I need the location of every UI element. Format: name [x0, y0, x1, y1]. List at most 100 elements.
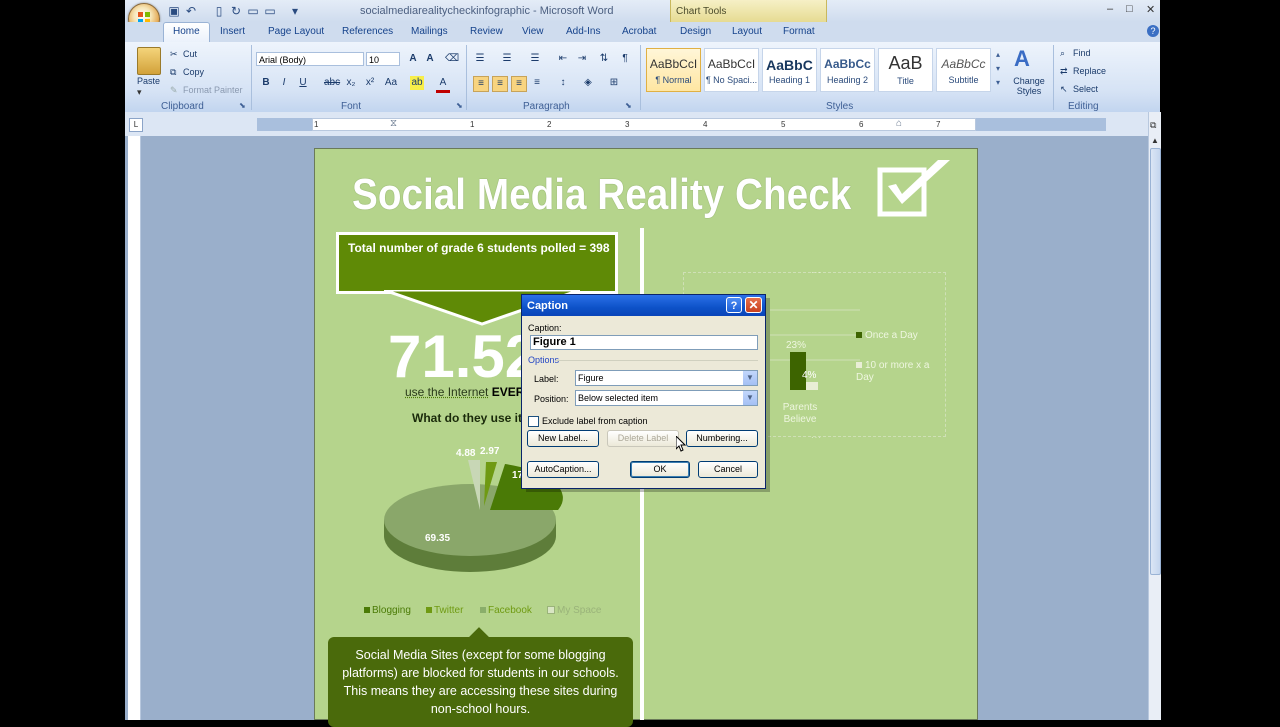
exclude-label-text: Exclude label from caption — [542, 416, 648, 426]
minimize-icon[interactable]: – — [1107, 3, 1113, 15]
shrink-font-icon[interactable]: A — [423, 52, 437, 66]
chart-axis-label: Parents Believe — [782, 402, 818, 425]
underline-icon[interactable]: U — [296, 76, 310, 90]
open-folder-icon[interactable]: ▭ — [246, 4, 260, 18]
paste-button[interactable]: Paste — [137, 76, 160, 86]
style-normal[interactable]: AaBbCcI ¶ Normal — [646, 48, 701, 92]
sort-icon[interactable]: ⇅ — [597, 52, 611, 66]
tab-view[interactable]: View — [522, 26, 544, 37]
resize-handle-icon[interactable]: ··· — [811, 433, 822, 442]
dialog-help-icon[interactable]: ? — [726, 297, 742, 313]
tab-page-layout[interactable]: Page Layout — [268, 26, 324, 37]
dialog-launcher-icon[interactable]: ⬊ — [239, 101, 246, 110]
change-case-icon[interactable]: Aa — [384, 76, 398, 90]
align-center-icon[interactable]: ≡ — [492, 76, 508, 92]
font-size-select[interactable]: 10 — [366, 52, 400, 66]
tab-review[interactable]: Review — [470, 26, 503, 37]
borders-icon[interactable]: ⊞ — [607, 76, 621, 90]
style-heading-2[interactable]: AaBbCc Heading 2 — [820, 48, 875, 92]
tab-mailings[interactable]: Mailings — [411, 26, 448, 37]
styles-group-label: Styles — [826, 101, 854, 112]
undo-icon[interactable]: ↶ — [184, 4, 198, 18]
justify-icon[interactable]: ≡ — [530, 76, 544, 90]
style-subtitle[interactable]: AaBbCc Subtitle — [936, 48, 991, 92]
right-indent-marker-icon[interactable]: ⌂ — [896, 118, 902, 129]
superscript-icon[interactable]: x² — [363, 76, 377, 90]
tab-design[interactable]: Design — [680, 26, 711, 37]
close-window-icon[interactable]: ✕ — [1146, 3, 1155, 16]
tab-layout[interactable]: Layout — [732, 26, 762, 37]
tab-insert[interactable]: Insert — [220, 26, 245, 37]
numbering-button[interactable]: Numbering... — [686, 430, 758, 447]
line-spacing-icon[interactable]: ↕ — [556, 76, 570, 90]
ruler-toggle-icon[interactable]: ⧉ — [1150, 120, 1156, 131]
shading-icon[interactable]: ◈ — [581, 76, 595, 90]
italic-icon[interactable]: I — [277, 76, 291, 90]
tab-format[interactable]: Format — [783, 26, 815, 37]
change-styles-button[interactable]: Change Styles — [1012, 76, 1046, 96]
format-painter-button[interactable]: Format Painter — [183, 85, 243, 95]
restore-icon[interactable]: □ — [1126, 3, 1133, 15]
position-select[interactable]: Below selected item ▼ — [575, 390, 758, 406]
caption-input[interactable]: Figure 1 — [530, 335, 758, 350]
label-select[interactable]: Figure ▼ — [575, 370, 758, 386]
select-button[interactable]: Select — [1073, 84, 1098, 94]
clear-format-icon[interactable]: ⌫ — [445, 52, 459, 66]
find-button[interactable]: Find — [1073, 48, 1091, 58]
format-painter-icon: ✎ — [170, 85, 178, 95]
ok-button[interactable]: OK — [630, 461, 690, 478]
autocaption-button[interactable]: AutoCaption... — [527, 461, 599, 478]
exclude-label-checkbox[interactable] — [528, 416, 539, 427]
cancel-button[interactable]: Cancel — [698, 461, 758, 478]
increase-indent-icon[interactable]: ⇥ — [575, 52, 589, 66]
font-color-icon[interactable]: A — [436, 76, 450, 93]
cut-button[interactable]: Cut — [183, 49, 197, 59]
dialog-launcher-icon[interactable]: ⬊ — [456, 101, 463, 110]
horizontal-ruler[interactable] — [312, 118, 976, 131]
bold-icon[interactable]: B — [259, 76, 273, 90]
align-left-icon[interactable]: ≡ — [473, 76, 489, 92]
new-doc-icon[interactable]: ▯ — [212, 4, 226, 18]
strikethrough-icon[interactable]: abc — [324, 76, 340, 90]
qat-dropdown-icon[interactable]: ▾ — [288, 4, 302, 18]
dialog-close-icon[interactable]: ✕ — [745, 297, 762, 313]
multilevel-list-icon[interactable]: ☰ — [528, 52, 542, 66]
delete-label-button[interactable]: Delete Label — [607, 430, 679, 447]
paste-icon[interactable] — [137, 47, 161, 75]
redo-icon[interactable]: ↻ — [229, 4, 243, 18]
style-title[interactable]: AaB Title — [878, 48, 933, 92]
show-marks-icon[interactable]: ¶ — [618, 52, 632, 66]
styles-scroll-icon[interactable]: ▴ ▾ ▾ — [993, 48, 1003, 92]
dialog-launcher-icon[interactable]: ⬊ — [625, 101, 632, 110]
vertical-ruler[interactable] — [128, 136, 141, 720]
help-icon[interactable]: ? — [1147, 25, 1159, 37]
font-family-select[interactable]: Arial (Body) — [256, 52, 364, 66]
grow-font-icon[interactable]: A — [406, 52, 420, 66]
indent-marker-icon[interactable]: ⧖ — [390, 118, 397, 129]
dialog-title: Caption — [527, 300, 568, 312]
highlight-icon[interactable]: ab — [410, 76, 424, 90]
tab-selector-icon[interactable]: L — [129, 118, 143, 132]
copy-icon: ⧉ — [170, 67, 177, 77]
scrollbar-thumb[interactable] — [1150, 148, 1161, 575]
save-icon[interactable]: ▣ — [167, 4, 181, 18]
copy-button[interactable]: Copy — [183, 67, 204, 77]
tab-references[interactable]: References — [342, 26, 393, 37]
style-no-spacing[interactable]: AaBbCcI ¶ No Spaci... — [704, 48, 759, 92]
tab-home[interactable]: Home — [173, 26, 200, 37]
decrease-indent-icon[interactable]: ⇤ — [556, 52, 570, 66]
tab-acrobat[interactable]: Acrobat — [622, 26, 656, 37]
bullets-icon[interactable]: ☰ — [473, 52, 487, 66]
align-right-icon[interactable]: ≡ — [511, 76, 527, 92]
chevron-down-icon[interactable]: ▼ — [742, 371, 757, 385]
replace-button[interactable]: Replace — [1073, 66, 1106, 76]
chevron-down-icon[interactable]: ▼ — [742, 391, 757, 405]
new-label-button[interactable]: New Label... — [527, 430, 599, 447]
resize-handle-icon[interactable]: ··· — [811, 268, 822, 277]
subscript-icon[interactable]: x₂ — [344, 76, 358, 90]
tab-add-ins[interactable]: Add-Ins — [566, 26, 600, 37]
style-heading-1[interactable]: AaBbC Heading 1 — [762, 48, 817, 92]
folder-icon[interactable]: ▭ — [263, 4, 277, 18]
numbering-list-icon[interactable]: ☰ — [500, 52, 514, 66]
scroll-up-icon[interactable]: ▲ — [1151, 136, 1159, 145]
